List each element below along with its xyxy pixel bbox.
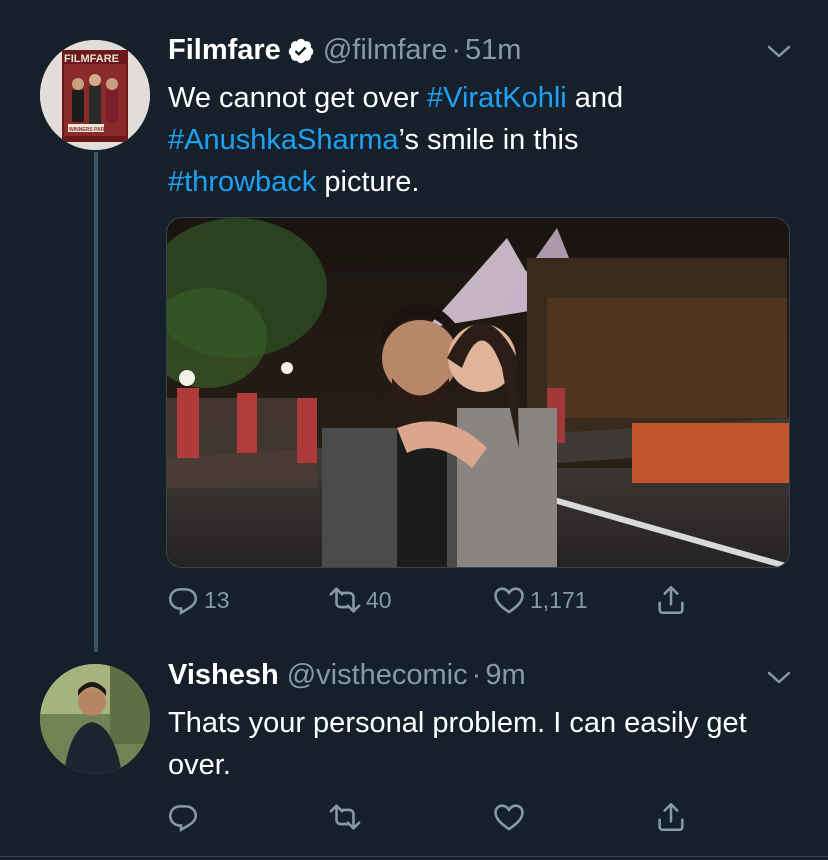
hashtag-viratkohli[interactable]: #ViratKohli <box>427 82 567 114</box>
reply-button[interactable]: 13 <box>166 583 230 617</box>
avatar-vishesh[interactable] <box>40 664 150 774</box>
tweet-time[interactable]: 51m <box>465 34 521 67</box>
tweet-text-part: and <box>566 82 624 114</box>
author-name[interactable]: Vishesh <box>168 659 279 692</box>
couple-photo-illustration <box>167 218 789 567</box>
hashtag-anushkasharma[interactable]: #AnushkaSharma <box>168 124 399 156</box>
share-icon <box>658 585 684 615</box>
tweet-header: Filmfare @filmfare · 51m <box>168 34 521 67</box>
like-icon <box>494 587 524 614</box>
tweet-text-part: ’s smile in this <box>398 124 579 156</box>
tweet-actions: 13 40 1,171 <box>166 583 706 623</box>
avatar-cover-line: WINNERS PARADE <box>69 127 115 133</box>
retweet-button[interactable]: 40 <box>328 583 392 617</box>
retweet-count: 40 <box>366 586 392 613</box>
reply-button[interactable] <box>166 800 204 834</box>
like-count: 1,171 <box>530 586 588 613</box>
verified-badge-icon <box>288 38 314 63</box>
filmfare-cover-image: FILMFARE WINNERS PARADE <box>40 40 150 150</box>
like-button[interactable] <box>492 800 530 834</box>
retweet-icon <box>329 587 361 613</box>
reply-icon <box>168 588 198 615</box>
tweet-header: Vishesh @visthecomic · 9m <box>168 659 526 692</box>
share-button[interactable] <box>654 800 688 834</box>
chevron-down-icon[interactable] <box>766 670 792 686</box>
author-handle[interactable]: @filmfare <box>323 34 448 67</box>
tweet-text: Thats your personal problem. I can easil… <box>168 707 747 781</box>
thread-connector-line <box>94 152 98 652</box>
like-icon <box>494 804 524 831</box>
chevron-down-icon[interactable] <box>766 44 792 60</box>
tweet-filmfare[interactable]: FILMFARE WINNERS PARADE Filmfare @filmfa… <box>0 0 828 650</box>
like-button[interactable]: 1,171 <box>492 583 588 617</box>
reply-count: 13 <box>204 586 230 613</box>
tweet-vishesh[interactable]: Vishesh @visthecomic · 9m Thats your per… <box>0 650 828 856</box>
tweet-actions <box>166 800 706 840</box>
time-separator: · <box>451 34 462 66</box>
share-button[interactable] <box>654 583 688 617</box>
vishesh-profile-photo <box>40 664 150 774</box>
share-icon <box>658 802 684 832</box>
retweet-button[interactable] <box>328 800 366 834</box>
avatar-filmfare[interactable]: FILMFARE WINNERS PARADE <box>40 40 150 150</box>
tweet-photo[interactable] <box>166 217 790 568</box>
tweet-text: We cannot get over #ViratKohli and #Anus… <box>168 77 788 203</box>
author-name[interactable]: Filmfare <box>168 34 281 67</box>
bottom-divider <box>0 856 828 857</box>
hashtag-throwback[interactable]: #throwback <box>168 166 316 198</box>
tweet-text-part: picture. <box>316 166 420 198</box>
time-separator: · <box>471 659 482 691</box>
retweet-icon <box>329 804 361 830</box>
tweet-text-part: We cannot get over <box>168 82 428 114</box>
avatar-masthead: FILMFARE <box>64 53 119 65</box>
author-handle[interactable]: @visthecomic <box>287 659 468 692</box>
reply-icon <box>168 805 198 832</box>
tweet-time[interactable]: 9m <box>485 659 525 692</box>
